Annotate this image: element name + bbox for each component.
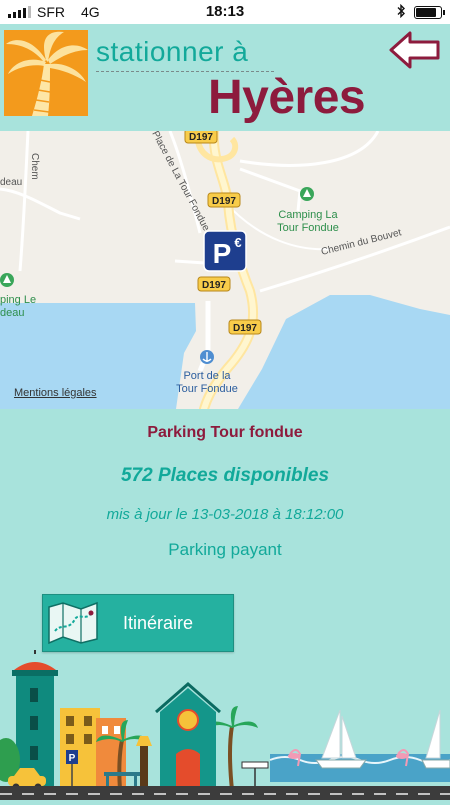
itinerary-button[interactable]: Itinéraire <box>42 594 234 652</box>
road-label-d197: D197 <box>233 323 257 334</box>
status-bar: SFR 4G 18:13 <box>0 0 450 24</box>
svg-text:P: P <box>69 753 76 764</box>
road-label-d197: D197 <box>189 132 213 143</box>
palm-logo <box>4 30 88 116</box>
parking-type: Parking payant <box>168 540 282 559</box>
campground-icon <box>0 273 14 287</box>
back-button[interactable] <box>388 30 442 70</box>
campground-left-label-line2: deau <box>0 307 24 319</box>
bluetooth-icon <box>397 3 406 21</box>
campground-icon <box>300 187 314 201</box>
last-updated: mis à jour le 13-03-2018 à 18:12:00 <box>106 506 344 523</box>
itinerary-label: Itinéraire <box>122 613 194 633</box>
map-view[interactable]: D197 D197 D197 D197 Chem deau Place de L… <box>0 131 450 409</box>
brand-title-city: Hyères <box>208 71 366 124</box>
battery-icon <box>414 6 445 19</box>
parking-name: Parking Tour fondue <box>147 424 303 441</box>
port-label-line1: Port de la <box>183 370 231 382</box>
campground-left-label-line1: ping Le <box>0 294 36 306</box>
available-places: 572 Places disponibles <box>120 465 330 486</box>
clock: 18:13 <box>205 3 245 20</box>
anchor-icon <box>200 350 214 364</box>
road-label-d197: D197 <box>202 280 226 291</box>
street-label-left: deau <box>0 177 22 188</box>
town-illustration: P <box>0 646 450 800</box>
arrow-left-icon <box>389 31 440 69</box>
road-label-d197: D197 <box>212 196 236 207</box>
port-label-line2: Tour Fondue <box>176 383 238 395</box>
svg-text:€: € <box>234 235 241 250</box>
legal-link[interactable]: Mentions légales <box>14 387 97 399</box>
street-label-top: Chem <box>29 153 40 180</box>
campground-label-line1: Camping La <box>278 209 338 221</box>
app-header: stationner à Hyères <box>0 24 450 128</box>
svg-text:P: P <box>213 238 232 269</box>
parking-marker-icon[interactable]: P € <box>203 230 247 272</box>
campground-label-line2: Tour Fondue <box>277 222 339 234</box>
brand-title-top: stationner à <box>96 36 249 67</box>
